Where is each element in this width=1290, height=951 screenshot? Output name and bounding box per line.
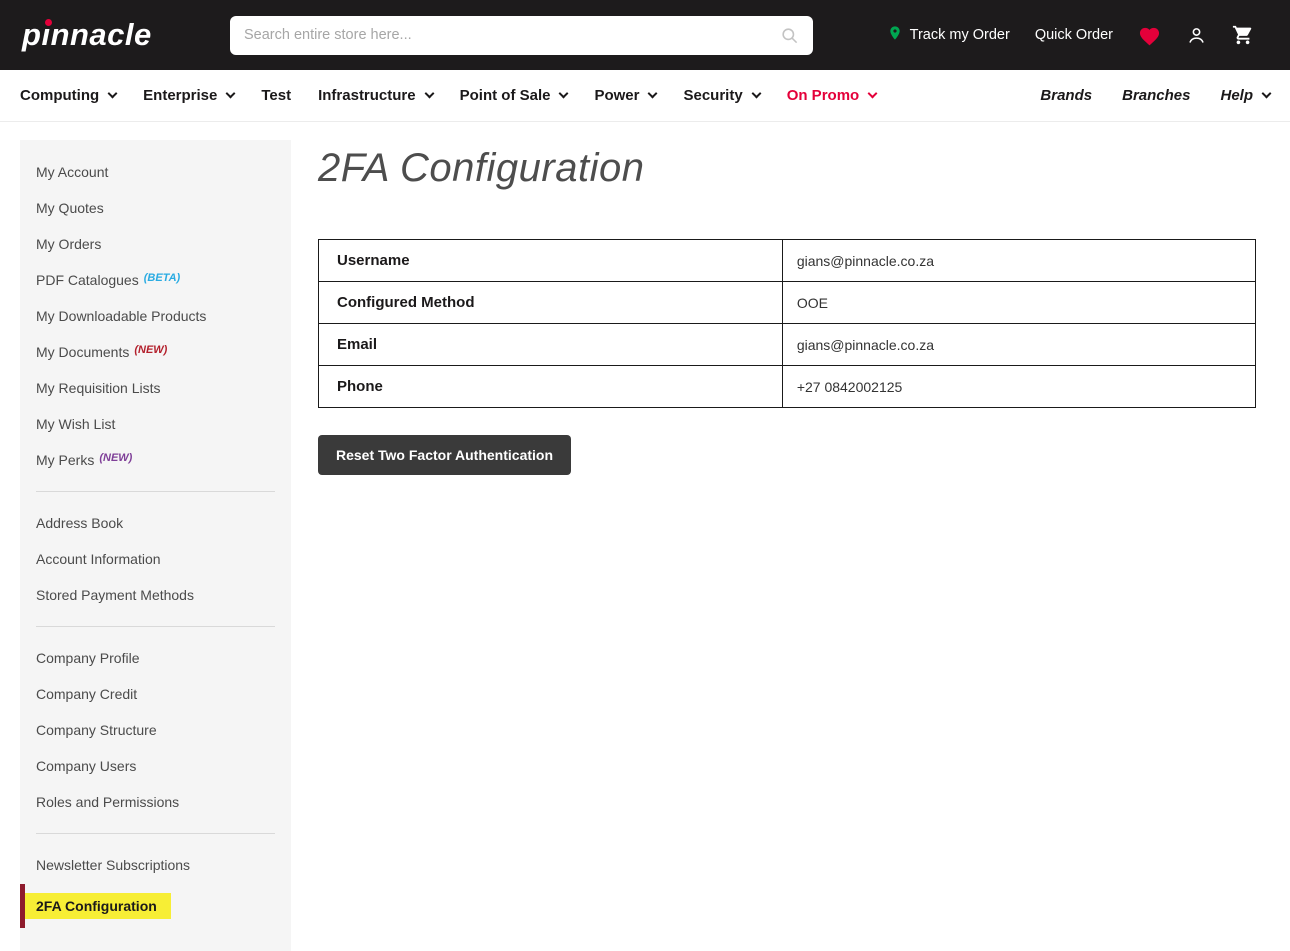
search-icon[interactable]	[780, 26, 799, 45]
nav-item-power[interactable]: Power	[594, 87, 656, 104]
quick-order-link[interactable]: Quick Order	[1035, 27, 1113, 43]
quick-order-label: Quick Order	[1035, 27, 1113, 43]
sidebar-item-my-wish-list[interactable]: My Wish List	[20, 406, 291, 442]
sidebar-item-company-structure[interactable]: Company Structure	[20, 712, 291, 748]
sidebar-item-address-book[interactable]: Address Book	[20, 505, 291, 541]
sidebar-divider	[36, 833, 275, 834]
sidebar-item-my-perks[interactable]: My Perks(NEW)	[20, 442, 291, 478]
search-input[interactable]	[244, 27, 780, 43]
account-sidebar: My Account My Quotes My Orders PDF Catal…	[20, 140, 291, 951]
nav-item-on-promo[interactable]: On Promo	[787, 87, 877, 104]
wishlist-heart-icon[interactable]	[1138, 25, 1161, 46]
nav-item-brands[interactable]: Brands	[1040, 87, 1092, 104]
nav-item-test[interactable]: Test	[261, 87, 291, 104]
current-item-highlight: 2FA Configuration	[25, 893, 171, 919]
table-row: Username gians@pinnacle.co.za	[319, 240, 1256, 282]
chevron-down-icon	[424, 89, 434, 99]
row-value: gians@pinnacle.co.za	[782, 324, 1255, 366]
row-value: OOE	[782, 282, 1255, 324]
chevron-down-icon	[559, 89, 569, 99]
row-label: Configured Method	[319, 282, 783, 324]
store-search	[230, 16, 813, 55]
track-my-order-label: Track my Order	[910, 27, 1010, 43]
chevron-down-icon	[751, 89, 761, 99]
chevron-down-icon	[226, 89, 236, 99]
account-2fa-table: Username gians@pinnacle.co.za Configured…	[318, 239, 1256, 408]
sidebar-item-pdf-catalogues[interactable]: PDF Catalogues(BETA)	[20, 262, 291, 298]
row-value: gians@pinnacle.co.za	[782, 240, 1255, 282]
nav-item-security[interactable]: Security	[683, 87, 759, 104]
nav-item-point-of-sale[interactable]: Point of Sale	[460, 87, 568, 104]
sidebar-item-2fa-configuration[interactable]: 2FA Configuration	[20, 883, 291, 929]
sidebar-item-my-requisition-lists[interactable]: My Requisition Lists	[20, 370, 291, 406]
sidebar-item-my-account[interactable]: My Account	[20, 154, 291, 190]
nav-secondary: Brands Branches Help	[1010, 87, 1270, 104]
logo-text: p	[22, 17, 41, 52]
chevron-down-icon	[1262, 89, 1272, 99]
sidebar-item-my-downloadable-products[interactable]: My Downloadable Products	[20, 298, 291, 334]
page-body: My Account My Quotes My Orders PDF Catal…	[20, 140, 1290, 951]
reset-2fa-button[interactable]: Reset Two Factor Authentication	[318, 435, 571, 475]
sidebar-item-roles-and-permissions[interactable]: Roles and Permissions	[20, 784, 291, 820]
row-label: Phone	[319, 366, 783, 408]
sidebar-item-newsletter-subscriptions[interactable]: Newsletter Subscriptions	[20, 847, 291, 883]
pinnacle-logo[interactable]: pınnacle	[22, 17, 182, 53]
nav-item-infrastructure[interactable]: Infrastructure	[318, 87, 433, 104]
top-header: pınnacle Track my Order Quick Order	[0, 0, 1290, 70]
row-label: Email	[319, 324, 783, 366]
table-row: Phone +27 0842002125	[319, 366, 1256, 408]
location-pin-icon	[887, 23, 903, 47]
main-content: 2FA Configuration Username gians@pinnacl…	[318, 140, 1256, 951]
table-row: Configured Method OOE	[319, 282, 1256, 324]
row-label: Username	[319, 240, 783, 282]
track-my-order-link[interactable]: Track my Order	[887, 23, 1010, 47]
nav-item-computing[interactable]: Computing	[20, 87, 116, 104]
beta-badge: (BETA)	[144, 272, 180, 284]
category-nav: Computing Enterprise Test Infrastructure…	[0, 70, 1290, 122]
header-actions: Track my Order Quick Order	[887, 23, 1254, 47]
chevron-down-icon	[108, 89, 118, 99]
account-icon[interactable]	[1186, 25, 1207, 46]
chevron-down-icon	[868, 89, 878, 99]
sidebar-item-company-credit[interactable]: Company Credit	[20, 676, 291, 712]
sidebar-item-company-profile[interactable]: Company Profile	[20, 640, 291, 676]
new-badge: (NEW)	[99, 452, 132, 464]
sidebar-item-company-users[interactable]: Company Users	[20, 748, 291, 784]
sidebar-item-my-documents[interactable]: My Documents(NEW)	[20, 334, 291, 370]
table-row: Email gians@pinnacle.co.za	[319, 324, 1256, 366]
sidebar-divider	[36, 626, 275, 627]
sidebar-item-my-orders[interactable]: My Orders	[20, 226, 291, 262]
sidebar-item-account-information[interactable]: Account Information	[20, 541, 291, 577]
sidebar-divider	[36, 491, 275, 492]
nav-item-branches[interactable]: Branches	[1122, 87, 1190, 104]
page-title: 2FA Configuration	[318, 146, 1256, 191]
sidebar-item-my-quotes[interactable]: My Quotes	[20, 190, 291, 226]
sidebar-item-stored-payment-methods[interactable]: Stored Payment Methods	[20, 577, 291, 613]
cart-icon[interactable]	[1232, 24, 1254, 46]
chevron-down-icon	[648, 89, 658, 99]
current-item-marker	[20, 884, 25, 928]
row-value: +27 0842002125	[782, 366, 1255, 408]
new-badge: (NEW)	[134, 344, 167, 356]
nav-item-help[interactable]: Help	[1220, 87, 1270, 104]
nav-item-enterprise[interactable]: Enterprise	[143, 87, 234, 104]
